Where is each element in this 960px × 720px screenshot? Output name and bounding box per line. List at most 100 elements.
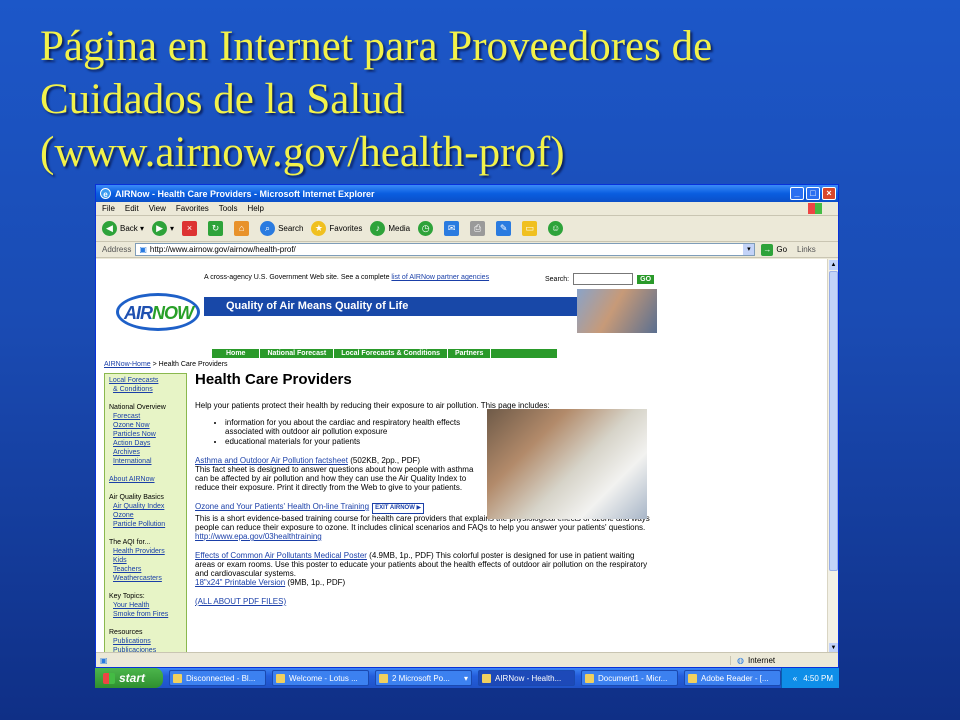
page-heading: Health Care Providers xyxy=(195,371,352,388)
folder-button[interactable]: ▭ xyxy=(522,221,540,236)
folder-icon: ▭ xyxy=(522,221,538,236)
nav-smoke-link[interactable]: Smoke from Fires xyxy=(109,610,182,619)
tray-expand-icon[interactable]: « xyxy=(793,674,797,683)
app-icon xyxy=(585,673,594,683)
browser-window: e AIRNow - Health Care Providers - Micro… xyxy=(95,184,839,668)
pdf-files-link[interactable]: (ALL ABOUT PDF FILES) xyxy=(195,597,286,606)
site-search-go-button[interactable]: GO xyxy=(637,274,655,284)
minimize-button[interactable]: _ xyxy=(790,187,804,200)
print-button[interactable]: ⎙ xyxy=(470,221,488,236)
history-button[interactable]: ◷ xyxy=(418,221,436,236)
forward-arrow-icon: ▶ xyxy=(152,221,168,236)
nav-publications-link[interactable]: Publications xyxy=(109,637,182,646)
edit-button[interactable]: ✎ xyxy=(496,221,514,236)
start-label: start xyxy=(119,671,146,685)
nav-ozone-link[interactable]: Ozone xyxy=(109,511,182,520)
task-item[interactable]: Adobe Reader - [... xyxy=(684,670,781,686)
address-bar: Address ▣ http://www.airnow.gov/airnow/h… xyxy=(96,242,838,258)
nav-action-days-link[interactable]: Action Days xyxy=(109,439,182,448)
start-button[interactable]: start xyxy=(95,668,163,688)
search-button[interactable]: ⌕ Search xyxy=(260,221,303,236)
nav-kids-link[interactable]: Kids xyxy=(109,556,182,565)
training-url-link[interactable]: http://www.epa.gov/03healthtraining xyxy=(195,532,322,541)
task-item[interactable]: Disconnected - Bl... xyxy=(169,670,266,686)
mail-button[interactable]: ✉ xyxy=(444,221,462,236)
agency-partners-link[interactable]: list of AIRNow partner agencies xyxy=(391,274,489,281)
globe-icon: ◍ xyxy=(737,655,744,665)
bullet-item: educational materials for your patients xyxy=(225,437,485,446)
media-button[interactable]: ♪ Media xyxy=(370,221,410,236)
menu-favorites[interactable]: Favorites xyxy=(176,204,209,213)
task-item[interactable]: Welcome - Lotus ... xyxy=(272,670,369,686)
left-nav: Local Forecasts & Conditions National Ov… xyxy=(104,373,187,654)
app-icon xyxy=(688,673,697,683)
breadcrumb-home-link[interactable]: AIRNow-Home xyxy=(104,361,151,368)
menu-edit[interactable]: Edit xyxy=(125,204,139,213)
nav-your-health-link[interactable]: Your Health xyxy=(109,601,182,610)
nav-home[interactable]: Home xyxy=(212,349,261,358)
messenger-button[interactable]: ☺ xyxy=(548,221,566,236)
links-label[interactable]: Links xyxy=(797,245,816,254)
training-link[interactable]: Ozone and Your Patients' Health On-line … xyxy=(195,502,369,511)
go-button[interactable]: → Go xyxy=(761,243,787,256)
nav-ozone-now-link[interactable]: Ozone Now xyxy=(109,421,182,430)
menu-view[interactable]: View xyxy=(149,204,166,213)
poster-link[interactable]: Effects of Common Air Pollutants Medical… xyxy=(195,551,367,560)
nav-international-link[interactable]: International xyxy=(109,457,182,466)
scroll-up-icon[interactable]: ▲ xyxy=(829,260,838,270)
nav-national-overview-heading: National Overview xyxy=(109,404,166,411)
menu-bar: File Edit View Favorites Tools Help xyxy=(96,202,838,216)
maximize-button[interactable]: □ xyxy=(806,187,820,200)
go-arrow-icon: → xyxy=(761,243,774,256)
nav-forecast-link[interactable]: Forecast xyxy=(109,412,182,421)
refresh-button[interactable]: ↻ xyxy=(208,221,226,236)
nav-national-forecast[interactable]: National Forecast xyxy=(260,349,335,358)
toolbar: ◀ Back ▾ ▶ ▾ × ↻ ⌂ ⌕ Search ★ Favorites … xyxy=(96,216,838,242)
menu-file[interactable]: File xyxy=(102,204,115,213)
menu-help[interactable]: Help xyxy=(247,204,263,213)
address-input[interactable]: ▣ http://www.airnow.gov/airnow/health-pr… xyxy=(135,243,756,256)
task-item[interactable]: Document1 - Micr... xyxy=(581,670,678,686)
close-button[interactable]: × xyxy=(822,187,836,200)
window-title: AIRNow - Health Care Providers - Microso… xyxy=(115,188,375,199)
home-button[interactable]: ⌂ xyxy=(234,221,252,236)
site-search-input[interactable] xyxy=(573,273,634,285)
stop-button[interactable]: × xyxy=(182,221,200,236)
back-button[interactable]: ◀ Back ▾ xyxy=(102,221,144,236)
task-item-active[interactable]: AIRNow - Health... xyxy=(478,670,575,686)
nav-about-link[interactable]: About AIRNow xyxy=(109,475,182,484)
nav-weathercasters-link[interactable]: Weathercasters xyxy=(109,574,182,583)
task-label: 2 Microsoft Po... xyxy=(392,673,450,683)
bullet-list: information for you about the cardiac an… xyxy=(225,418,485,446)
site-nav: Home National Forecast Local Forecasts &… xyxy=(212,349,557,358)
nav-partners[interactable]: Partners xyxy=(448,349,492,358)
scroll-thumb[interactable] xyxy=(829,271,838,571)
vertical-scrollbar[interactable]: ▲ ▼ xyxy=(827,259,838,654)
factsheet-link[interactable]: Asthma and Outdoor Air Pollution factshe… xyxy=(195,456,348,465)
pdf-info: (ALL ABOUT PDF FILES) xyxy=(195,597,650,606)
task-label: Welcome - Lotus ... xyxy=(289,673,358,683)
nav-archives-link[interactable]: Archives xyxy=(109,448,182,457)
nav-particle-pollution-link[interactable]: Particle Pollution xyxy=(109,520,182,529)
nav-conditions-link[interactable]: & Conditions xyxy=(109,385,182,394)
forward-dropdown-icon[interactable]: ▾ xyxy=(170,224,174,233)
nav-particles-now-link[interactable]: Particles Now xyxy=(109,430,182,439)
favorites-button[interactable]: ★ Favorites xyxy=(311,221,362,236)
address-dropdown-icon[interactable]: ▾ xyxy=(743,244,755,255)
media-icon: ♪ xyxy=(370,221,386,236)
forward-button[interactable]: ▶ ▾ xyxy=(152,221,174,236)
nav-local-forecasts[interactable]: Local Forecasts & Conditions xyxy=(334,349,448,358)
print-icon: ⎙ xyxy=(470,221,486,236)
nav-aqi-link[interactable]: Air Quality Index xyxy=(109,502,182,511)
back-dropdown-icon[interactable]: ▾ xyxy=(138,224,144,233)
task-item[interactable]: 2 Microsoft Po... ▾ xyxy=(375,670,472,686)
window-titlebar[interactable]: e AIRNow - Health Care Providers - Micro… xyxy=(96,185,838,202)
menu-tools[interactable]: Tools xyxy=(219,204,238,213)
poster-printable-link[interactable]: 18"x24" Printable Version xyxy=(195,578,285,587)
nav-local-forecasts-link[interactable]: Local Forecasts xyxy=(109,376,182,385)
nav-health-providers-link[interactable]: Health Providers xyxy=(109,547,182,556)
exit-airnow-badge[interactable]: EXIT AIRNOW ▶ xyxy=(372,503,425,514)
nav-teachers-link[interactable]: Teachers xyxy=(109,565,182,574)
doctor-patient-photo xyxy=(487,409,647,519)
search-label: Search xyxy=(278,224,304,233)
